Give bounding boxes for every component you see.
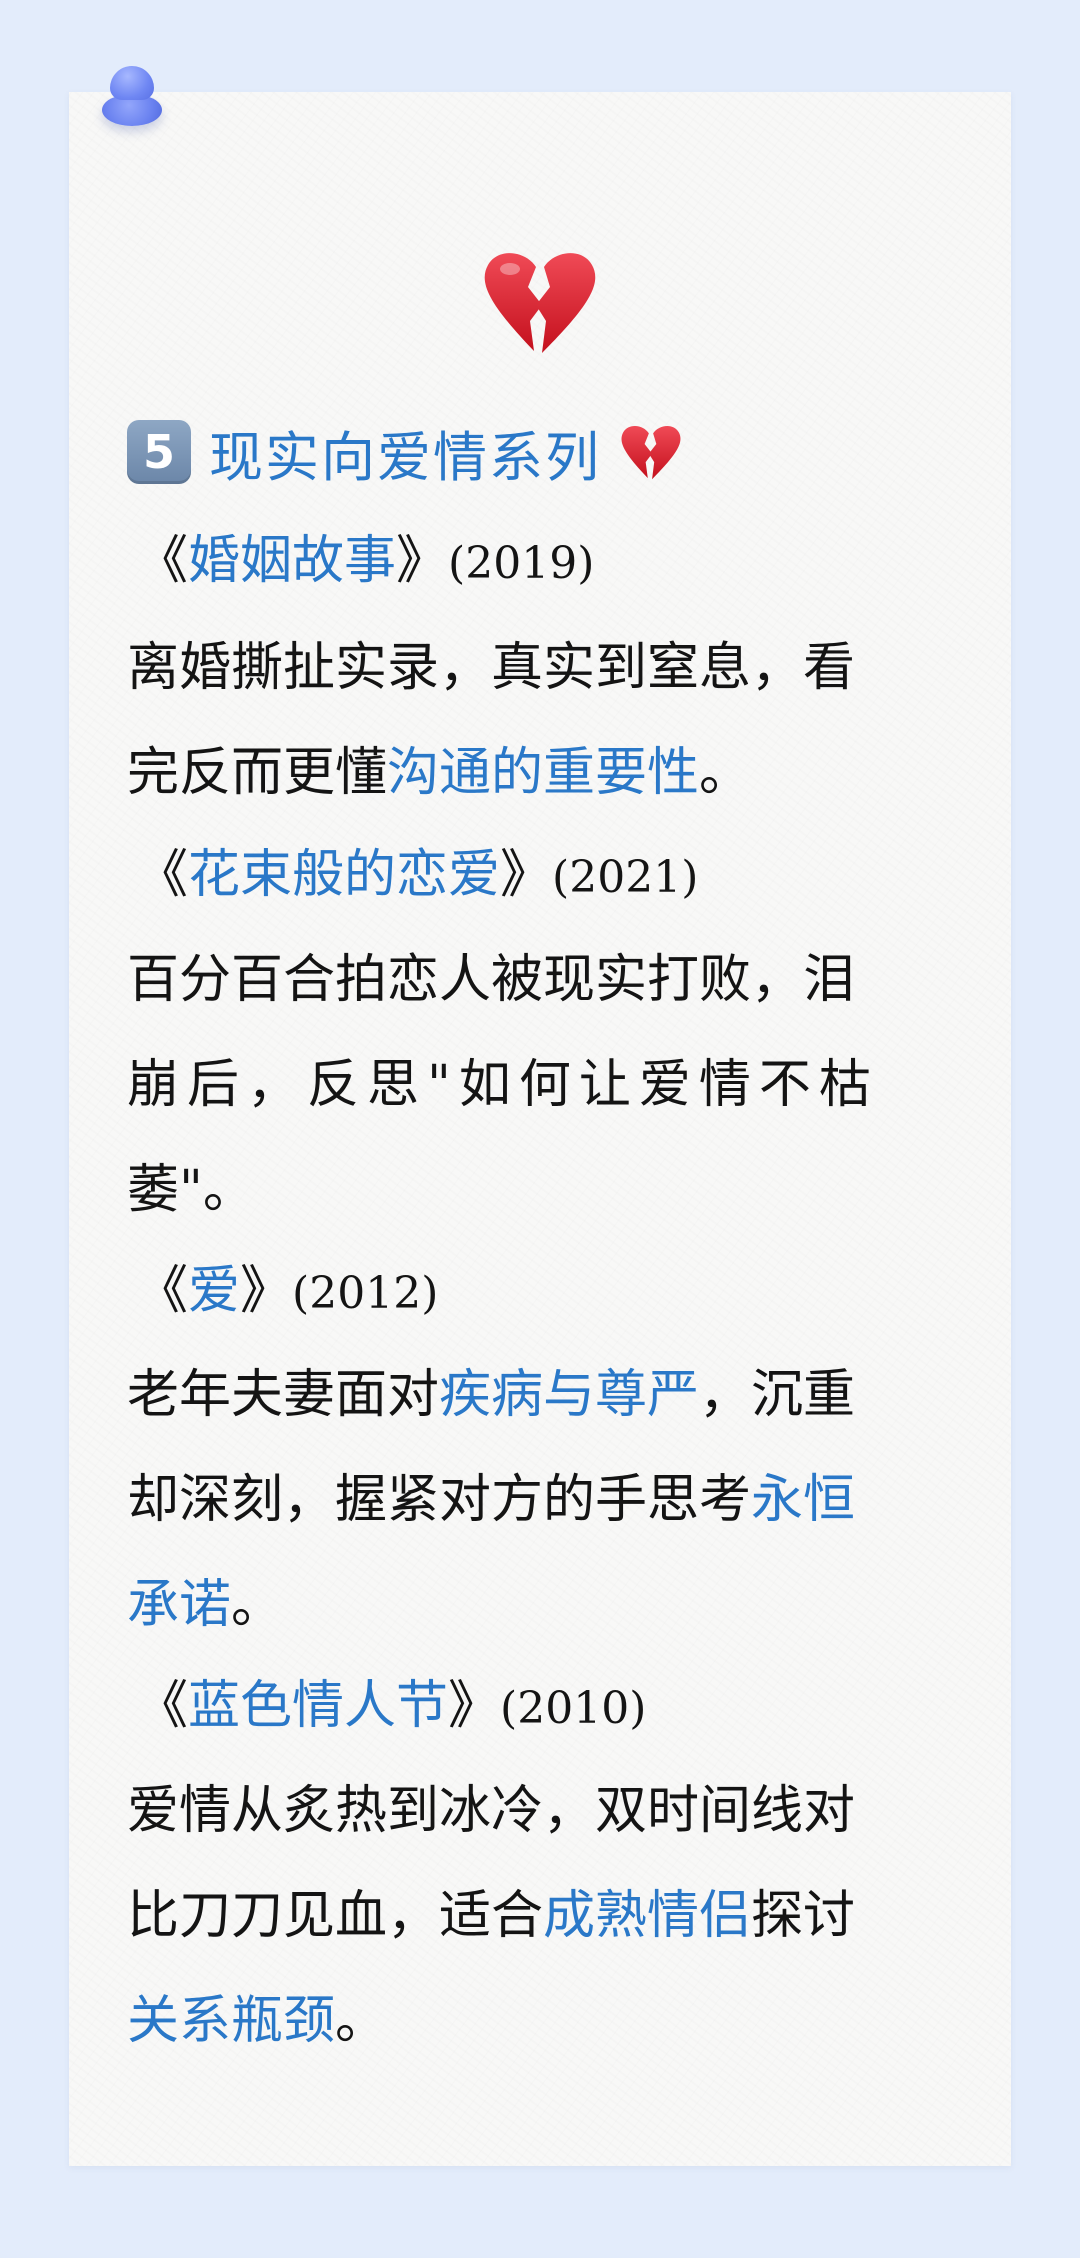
- open-quote: 《: [136, 531, 189, 591]
- movie-title: 婚姻故事: [188, 531, 397, 591]
- close-quote: 》: [448, 1676, 501, 1736]
- description-line: 承诺。: [127, 1575, 284, 1635]
- close-quote: 》: [240, 1261, 293, 1321]
- description-line: 老年夫妻面对疾病与尊严，沉重: [127, 1365, 856, 1425]
- close-quote: 》: [396, 531, 449, 591]
- description-line: 萎"。: [127, 1160, 255, 1220]
- open-quote: 《: [136, 1676, 189, 1736]
- movie-title-line: 《蓝色情人节》(2010): [136, 1663, 646, 1738]
- description-line: 离婚撕扯实录，真实到窒息，看: [127, 638, 856, 698]
- description-line: 完反而更懂沟通的重要性。: [127, 743, 752, 803]
- section-title: 现实向爱情系列: [209, 425, 601, 489]
- movie-title-line: 《花束般的恋爱》(2021): [136, 832, 698, 907]
- movie-title-line: 《爱》(2012): [136, 1248, 438, 1323]
- description-line: 却深刻，握紧对方的手思考永恒: [127, 1470, 856, 1530]
- close-quote: 》: [500, 845, 553, 905]
- highlight-text: 永恒: [751, 1470, 856, 1530]
- movie-title: 爱: [188, 1261, 241, 1321]
- highlight-text: 沟通的重要性: [387, 743, 700, 803]
- section-heading: 5 现实向爱情系列: [127, 418, 683, 489]
- movie-title: 蓝色情人节: [188, 1676, 449, 1736]
- keycap-number-badge: 5: [127, 420, 191, 484]
- description-line: 比刀刀见血，适合成熟情侣探讨: [127, 1886, 856, 1946]
- broken-heart-icon: [484, 253, 596, 353]
- movie-year: (2019): [448, 538, 595, 589]
- description-line: 爱情从炙热到冰冷，双时间线对: [127, 1781, 856, 1841]
- open-quote: 《: [136, 845, 189, 905]
- description-line: 关系瓶颈。: [127, 1991, 388, 2051]
- movie-year: (2012): [292, 1268, 439, 1319]
- movie-year: (2010): [500, 1683, 647, 1734]
- pushpin-icon: [100, 62, 166, 142]
- description-line: 崩后，反思"如何让爱情不枯: [127, 1055, 879, 1115]
- movie-title-line: 《婚姻故事》(2019): [136, 518, 594, 593]
- movie-year: (2021): [552, 852, 699, 903]
- highlight-text: 成熟情侣: [543, 1886, 752, 1946]
- movie-title: 花束般的恋爱: [188, 845, 501, 905]
- description-line: 百分百合拍恋人被现实打败，泪: [127, 950, 856, 1010]
- highlight-text: 关系瓶颈: [127, 1991, 336, 2051]
- broken-heart-icon: [621, 425, 681, 480]
- open-quote: 《: [136, 1261, 189, 1321]
- highlight-text: 疾病与尊严: [439, 1365, 700, 1425]
- highlight-text: 承诺: [127, 1575, 232, 1635]
- note-card: [69, 92, 1011, 2166]
